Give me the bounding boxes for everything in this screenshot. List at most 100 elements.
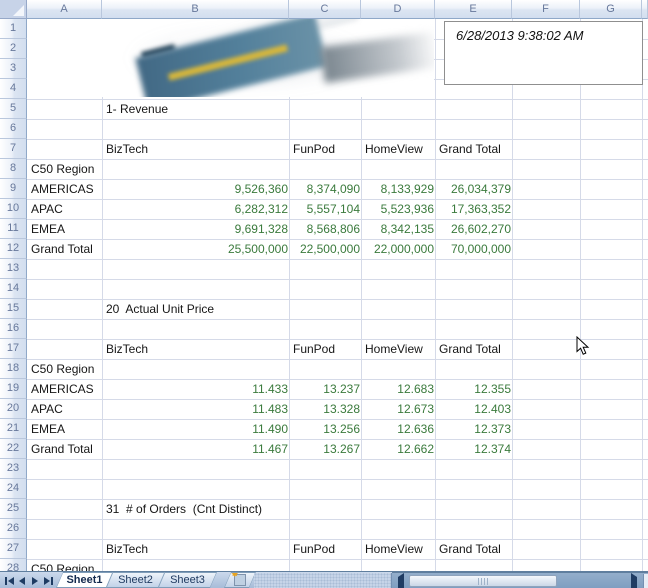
- column-header-G[interactable]: G: [580, 0, 642, 19]
- row-header-17[interactable]: 17: [0, 339, 27, 359]
- row-header-20[interactable]: 20: [0, 399, 27, 419]
- column-header-C[interactable]: C: [289, 0, 361, 19]
- row-header-12[interactable]: 12: [0, 239, 27, 259]
- row-header-23[interactable]: 23: [0, 459, 27, 479]
- cell-A19[interactable]: AMERICAS: [27, 379, 106, 399]
- cell-B5[interactable]: 1- Revenue: [102, 99, 293, 119]
- cell-D7[interactable]: HomeView: [361, 139, 439, 159]
- scrollbar-thumb[interactable]: [409, 575, 557, 587]
- first-sheet-button[interactable]: [3, 575, 15, 586]
- row-header-6[interactable]: 6: [0, 119, 27, 139]
- cell-E22[interactable]: 12.374: [435, 439, 514, 459]
- row-header-25[interactable]: 25: [0, 499, 27, 519]
- scroll-left-arrow[interactable]: [398, 573, 404, 588]
- row-header-18[interactable]: 18: [0, 359, 27, 379]
- cell-B17[interactable]: BizTech: [102, 339, 293, 359]
- last-sheet-button[interactable]: [42, 575, 54, 586]
- cell-C7[interactable]: FunPod: [289, 139, 365, 159]
- cell-E10[interactable]: 17,363,352: [435, 199, 514, 219]
- cell-C19[interactable]: 13.237: [289, 379, 363, 399]
- cell-E7[interactable]: Grand Total: [435, 139, 516, 159]
- cell-B9[interactable]: 9,526,360: [102, 179, 291, 199]
- cell-E11[interactable]: 26,602,270: [435, 219, 514, 239]
- cell-D21[interactable]: 12.636: [361, 419, 437, 439]
- cell-A9[interactable]: AMERICAS: [27, 179, 106, 199]
- row-header-14[interactable]: 14: [0, 279, 27, 299]
- column-header-E[interactable]: E: [435, 0, 512, 19]
- row-header-4[interactable]: 4: [0, 79, 27, 99]
- tab-sheet2[interactable]: Sheet2: [106, 572, 165, 588]
- cell-B11[interactable]: 9,691,328: [102, 219, 291, 239]
- cell-C17[interactable]: FunPod: [289, 339, 365, 359]
- cell-D27[interactable]: HomeView: [361, 539, 439, 559]
- insert-worksheet-tab[interactable]: ✸: [224, 572, 256, 588]
- cell-B27[interactable]: BizTech: [102, 539, 293, 559]
- cell-B15[interactable]: 20 Actual Unit Price: [102, 299, 293, 319]
- cell-B12[interactable]: 25,500,000: [102, 239, 291, 259]
- cell-E20[interactable]: 12.403: [435, 399, 514, 419]
- row-header-24[interactable]: 24: [0, 479, 27, 499]
- tab-sheet1[interactable]: Sheet1: [56, 572, 113, 588]
- cell-E21[interactable]: 12.373: [435, 419, 514, 439]
- row-header-15[interactable]: 15: [0, 299, 27, 319]
- scroll-right-arrow[interactable]: [631, 573, 637, 588]
- cell-A11[interactable]: EMEA: [27, 219, 106, 239]
- cell-D9[interactable]: 8,133,929: [361, 179, 437, 199]
- cell-D17[interactable]: HomeView: [361, 339, 439, 359]
- cell-D20[interactable]: 12.673: [361, 399, 437, 419]
- cell-D10[interactable]: 5,523,936: [361, 199, 437, 219]
- cell-C9[interactable]: 8,374,090: [289, 179, 363, 199]
- cell-B19[interactable]: 11.433: [102, 379, 291, 399]
- row-header-3[interactable]: 3: [0, 59, 27, 79]
- cell-D22[interactable]: 12.662: [361, 439, 437, 459]
- cell-B10[interactable]: 6,282,312: [102, 199, 291, 219]
- cell-C11[interactable]: 8,568,806: [289, 219, 363, 239]
- cell-B21[interactable]: 11.490: [102, 419, 291, 439]
- row-header-26[interactable]: 26: [0, 519, 27, 539]
- column-header-B[interactable]: B: [102, 0, 289, 19]
- cell-B7[interactable]: BizTech: [102, 139, 293, 159]
- cell-A12[interactable]: Grand Total: [27, 239, 106, 259]
- horizontal-scrollbar[interactable]: [392, 572, 648, 588]
- cell-C21[interactable]: 13.256: [289, 419, 363, 439]
- cell-C22[interactable]: 13.267: [289, 439, 363, 459]
- row-header-21[interactable]: 21: [0, 419, 27, 439]
- cell-B25[interactable]: 31 # of Orders (Cnt Distinct): [102, 499, 293, 519]
- row-header-5[interactable]: 5: [0, 99, 27, 119]
- row-header-16[interactable]: 16: [0, 319, 27, 339]
- cell-A8[interactable]: C50 Region: [27, 159, 106, 179]
- cell-A18[interactable]: C50 Region: [27, 359, 106, 379]
- row-header-9[interactable]: 9: [0, 179, 27, 199]
- row-header-22[interactable]: 22: [0, 439, 27, 459]
- column-header-F[interactable]: F: [512, 0, 580, 19]
- cell-D19[interactable]: 12.683: [361, 379, 437, 399]
- row-header-2[interactable]: 2: [0, 39, 27, 59]
- row-header-11[interactable]: 11: [0, 219, 27, 239]
- row-header-1[interactable]: 1: [0, 19, 27, 39]
- row-header-13[interactable]: 13: [0, 259, 27, 279]
- book-clipart-image[interactable]: [27, 19, 434, 97]
- cell-E9[interactable]: 26,034,379: [435, 179, 514, 199]
- cell-E17[interactable]: Grand Total: [435, 339, 516, 359]
- cell-A10[interactable]: APAC: [27, 199, 106, 219]
- scrollbar-end-handle[interactable]: [643, 574, 648, 588]
- cell-A21[interactable]: EMEA: [27, 419, 106, 439]
- cell-E12[interactable]: 70,000,000: [435, 239, 514, 259]
- cell-E27[interactable]: Grand Total: [435, 539, 516, 559]
- row-header-19[interactable]: 19: [0, 379, 27, 399]
- previous-sheet-button[interactable]: [16, 575, 28, 586]
- column-header-D[interactable]: D: [361, 0, 435, 19]
- row-header-27[interactable]: 27: [0, 539, 27, 559]
- timestamp-textbox[interactable]: 6/28/2013 9:38:02 AM: [444, 21, 643, 85]
- cell-C10[interactable]: 5,557,104: [289, 199, 363, 219]
- cell-C20[interactable]: 13.328: [289, 399, 363, 419]
- tab-sheet3[interactable]: Sheet3: [158, 572, 217, 588]
- cell-B22[interactable]: 11.467: [102, 439, 291, 459]
- cell-A20[interactable]: APAC: [27, 399, 106, 419]
- column-header-A[interactable]: A: [27, 0, 102, 19]
- cell-C12[interactable]: 22,500,000: [289, 239, 363, 259]
- row-header-8[interactable]: 8: [0, 159, 27, 179]
- cell-D12[interactable]: 22,000,000: [361, 239, 437, 259]
- next-sheet-button[interactable]: [29, 575, 41, 586]
- cell-C27[interactable]: FunPod: [289, 539, 365, 559]
